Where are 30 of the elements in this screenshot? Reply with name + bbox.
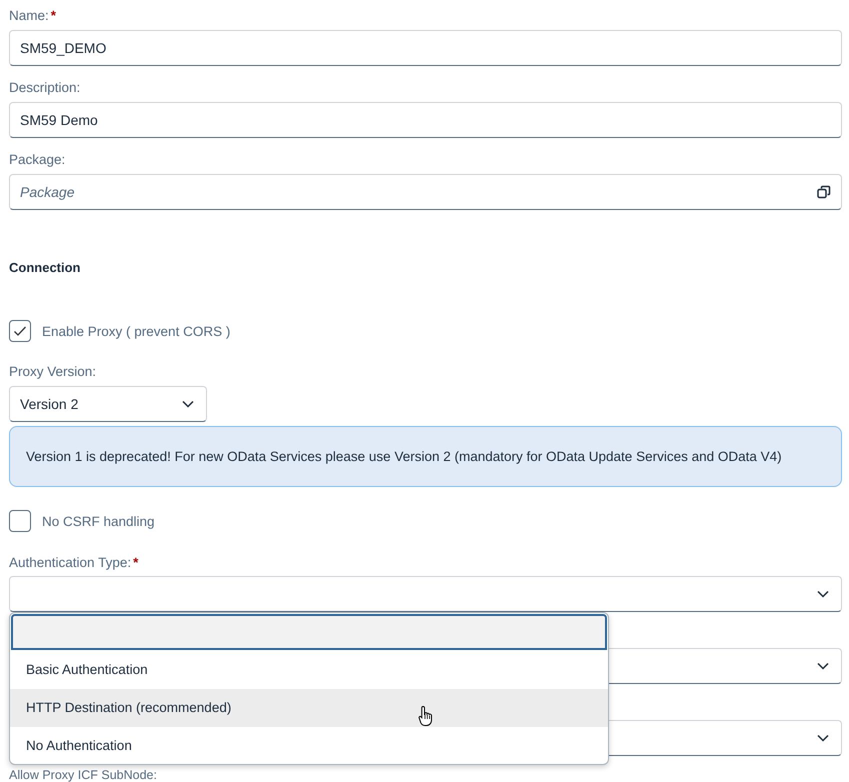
chevron-down-icon bbox=[182, 400, 194, 408]
search-field[interactable] bbox=[11, 614, 607, 650]
checkbox-label: Enable Proxy ( prevent CORS ) bbox=[42, 324, 230, 338]
checkbox[interactable] bbox=[9, 510, 31, 532]
dropdown-option[interactable]: HTTP Destination (recommended) bbox=[10, 689, 608, 727]
input-field[interactable]: SM59_DEMO bbox=[9, 30, 842, 66]
checkbox[interactable] bbox=[9, 320, 31, 342]
required-mark: * bbox=[50, 7, 56, 25]
chevron-down-icon bbox=[817, 590, 829, 598]
input-field[interactable]: SM59 Demo bbox=[9, 102, 842, 138]
field-label: Proxy Version: bbox=[9, 363, 96, 381]
checkbox-label: No CSRF handling bbox=[42, 514, 155, 528]
authentication-select[interactable] bbox=[9, 576, 842, 612]
chevron-down-icon bbox=[817, 662, 829, 670]
dropdown-option[interactable]: No Authentication bbox=[10, 727, 608, 764]
version-select[interactable]: Version 2 bbox=[9, 386, 207, 422]
section-title: Connection bbox=[9, 259, 82, 277]
chevron-down-icon bbox=[817, 734, 829, 742]
required-mark: * bbox=[133, 554, 138, 572]
field-label: Allow Proxy ICF SubNode: bbox=[9, 768, 157, 782]
check-icon bbox=[13, 325, 27, 337]
field-label: Description: bbox=[9, 79, 80, 97]
field-label: Authentication Type: bbox=[9, 554, 132, 572]
hand-cursor-icon bbox=[418, 705, 434, 727]
dropdown-option[interactable]: Basic Authentication bbox=[10, 651, 608, 689]
value-help-icon[interactable] bbox=[817, 185, 831, 199]
info-message: Version 1 is deprecated! For new OData Services please use Version 2 (mandatory for OData Update Services and OData V4) bbox=[9, 426, 842, 487]
field-label: Name: bbox=[9, 7, 49, 25]
input-field[interactable]: Package bbox=[9, 174, 842, 210]
field-label: Package: bbox=[9, 151, 66, 169]
